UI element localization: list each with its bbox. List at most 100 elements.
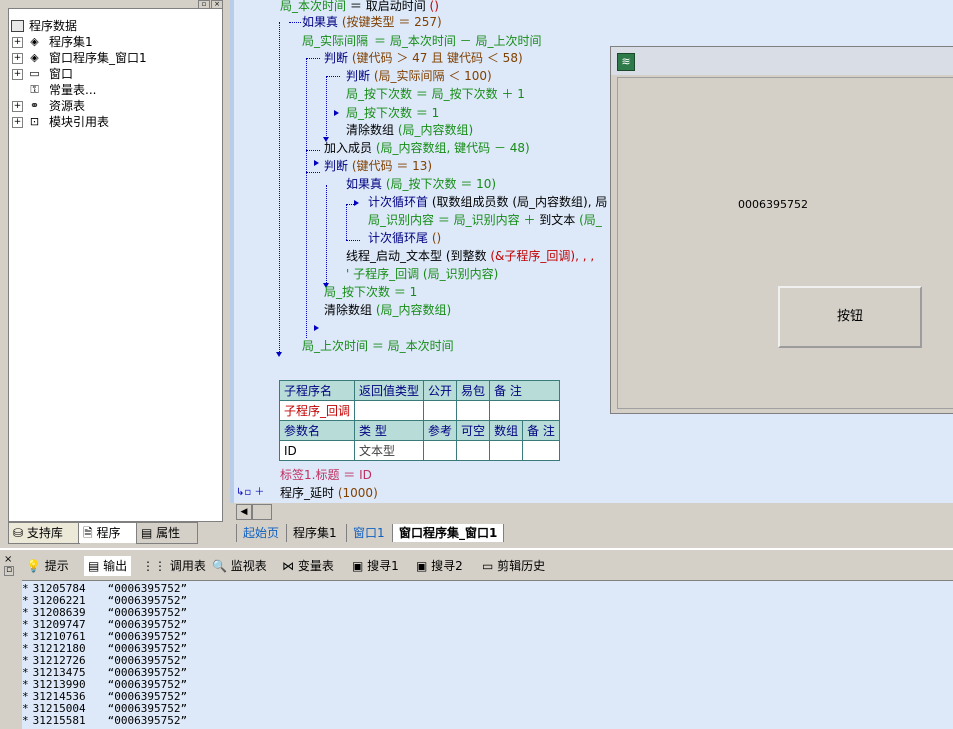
table-cell[interactable] (489, 400, 560, 421)
call-stack-icon: ⋮⋮ (142, 559, 166, 573)
table-cell[interactable] (354, 400, 425, 421)
expand-icon[interactable]: + (12, 37, 23, 48)
output-icon: ▤ (88, 559, 100, 573)
close-bottom-panel-button[interactable]: × (4, 554, 12, 565)
output-row: * 31215581 “0006395752” (22, 715, 187, 727)
tab-program-set-1[interactable]: 程序集1 (286, 524, 343, 542)
code-token: () (429, 0, 439, 13)
tab-label: 调用表 (169, 559, 206, 573)
window-icon: ▭ (29, 67, 40, 80)
scroll-thumb[interactable] (252, 504, 272, 520)
tab-label: 变量表 (297, 559, 334, 573)
code-keyword: 如果真 (346, 177, 383, 191)
code-keyword: 判断 (324, 159, 349, 173)
param-name-cell[interactable]: ID (278, 440, 356, 461)
library-icon: ⛁ (13, 526, 24, 540)
table-header: 易包 (456, 380, 491, 401)
tab-properties[interactable]: ▤ 属性 (136, 522, 198, 544)
horizontal-scrollbar[interactable]: ◀ (230, 503, 953, 520)
code-token: 线程_启动_文本型 (346, 249, 443, 263)
code-line: 局_按下次数 ＝ 1 (346, 106, 440, 120)
search-results-icon: ▣ (352, 559, 364, 573)
scroll-left-button[interactable]: ◀ (236, 504, 252, 520)
code-token: 加入成员 (324, 141, 373, 155)
tab-label: 输出 (103, 559, 128, 573)
module-icon: ⊡ (29, 115, 40, 128)
code-token: (取数组成员数 (局_内容数组), 局 (431, 195, 608, 209)
tab-window-program-set[interactable]: 窗口程序集_窗口1 (392, 524, 505, 542)
program-icon: 🗎 (83, 526, 93, 540)
expand-icon[interactable]: + (12, 117, 23, 128)
param-type-cell[interactable]: 文本型 (354, 440, 425, 461)
code-token: (1000) (337, 486, 378, 500)
flow-line (306, 172, 320, 173)
hint-icon: 💡 (26, 559, 41, 573)
tab-program[interactable]: 🗎 程序 (78, 522, 140, 543)
table-cell[interactable] (456, 400, 491, 421)
form-client-area[interactable]: 0006395752 按钮 (617, 77, 953, 409)
table-cell[interactable] (423, 440, 458, 461)
tab-output[interactable]: ▤ 输出 (84, 556, 132, 576)
table-header: 公开 (423, 380, 458, 401)
expand-icon[interactable]: + (12, 53, 23, 64)
form-title-bar[interactable]: ≋ (611, 47, 953, 75)
code-token: (局_内容数组, 键代码 － 48) (375, 141, 530, 155)
restore-bottom-panel-button[interactable]: ▫ (4, 566, 14, 576)
table-cell[interactable] (489, 440, 524, 461)
table-header: 数组 (489, 420, 524, 441)
output-panel[interactable]: * 31205784 “0006395752” * 31206221 “000639575… (22, 580, 953, 729)
code-token: (键代码 ＞ 47 且 键代码 ＜ 58) (351, 51, 523, 65)
subroutine-table[interactable]: 子程序名 返回值类型 公开 易包 备 注 子程序_回调 参数名 类 型 参考 可… (278, 380, 560, 461)
code-token: (局_按下次数 ＝ 10) (385, 177, 497, 191)
flow-arrow (276, 352, 282, 357)
clipboard-icon: ▭ (482, 559, 494, 573)
project-tree[interactable]: 程序数据 + ◈ 程序集1 + ◈ 窗口程序集_窗口1 + ▭ 窗口 ⚿ 常量表... + ⚭ 资源表 + ⊡… (8, 8, 223, 522)
table-header: 参数名 (278, 420, 356, 441)
tree-item-label: 窗口程序集_窗口1 (49, 51, 147, 65)
panel-buttons: ▫ × (198, 0, 224, 10)
variables-icon: ⋈ (282, 559, 294, 573)
subroutine-name-cell[interactable]: 子程序_回调 (278, 400, 356, 421)
tab-search-2[interactable]: ▣ 搜寻2 (416, 556, 463, 576)
form-preview-window[interactable]: ≋ 0006395752 按钮 (610, 46, 953, 414)
tab-clip-history[interactable]: ▭ 剪辑历史 (482, 556, 545, 576)
code-token: (键代码 ＝ 13) (351, 159, 433, 173)
tree-item-label: 常量表... (49, 83, 97, 97)
code-token: 清除数组 (324, 303, 373, 317)
tab-variables[interactable]: ⋈ 变量表 (282, 556, 334, 576)
code-token: 清除数组 (346, 123, 395, 137)
tab-hint[interactable]: 💡 提示 (26, 556, 69, 576)
table-cell[interactable] (522, 440, 560, 461)
flow-arrow (334, 110, 339, 116)
form-button[interactable]: 按钮 (778, 286, 922, 348)
code-line: 局_按下次数 ＝ 1 (324, 285, 418, 299)
table-cell[interactable] (423, 400, 458, 421)
code-keyword: 判断 (346, 69, 371, 83)
code-keyword: 如果真 (302, 15, 339, 29)
tab-start-page[interactable]: 起始页 (236, 524, 285, 542)
tree-item-label: 资源表 (49, 99, 86, 113)
tree-root-label: 程序数据 (29, 19, 78, 33)
tab-call-stack[interactable]: ⋮⋮ 调用表 (142, 556, 206, 576)
tab-label: 程序 (96, 526, 121, 540)
tab-label: 支持库 (26, 526, 63, 540)
output-prefix: * (22, 714, 29, 727)
tab-support-library[interactable]: ⛁ 支持库 (8, 522, 80, 544)
tab-watch[interactable]: 🔍 监视表 (212, 556, 267, 576)
output-value: “0006395752” (107, 714, 188, 727)
tab-search-1[interactable]: ▣ 搜寻1 (352, 556, 399, 576)
table-header: 子程序名 (278, 380, 356, 401)
flow-arrow (354, 200, 359, 206)
table-cell[interactable] (456, 440, 491, 461)
left-panel-tabs: ⛁ 支持库 🗎 程序 ▤ 属性 (8, 522, 221, 544)
collapse-marker-icon[interactable]: ↳▫ ＋ (236, 485, 264, 501)
tab-window-1[interactable]: 窗口1 (346, 524, 391, 542)
flow-line (289, 22, 301, 23)
left-panel: ▫ × 程序数据 + ◈ 程序集1 + ◈ 窗口程序集_窗口1 + ▭ 窗口 ⚿ 常量表... + ⚭ 资… (0, 0, 230, 548)
flow-line (346, 204, 347, 240)
code-token: 取启动时间 (365, 0, 426, 13)
tab-label: 提示 (44, 559, 69, 573)
tab-label: 搜寻2 (431, 559, 463, 573)
expand-icon[interactable]: + (12, 69, 23, 80)
expand-icon[interactable]: + (12, 101, 23, 112)
